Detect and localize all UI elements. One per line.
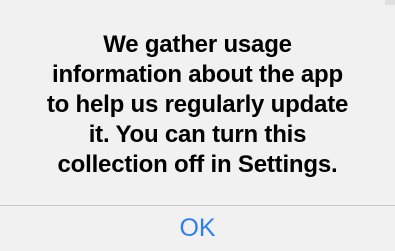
alert-message-line: collection off in Settings. xyxy=(57,151,338,178)
alert-message: We gather usage information about the ap… xyxy=(0,30,395,180)
ok-button[interactable]: OK xyxy=(0,206,395,251)
alert-message-line: it. You can turn this xyxy=(88,121,307,148)
window-edge xyxy=(385,0,395,5)
alert-message-line: We gather usage xyxy=(103,31,292,58)
alert-message-line: information about the app xyxy=(52,61,343,88)
alert-dialog: We gather usage information about the ap… xyxy=(0,0,395,251)
alert-message-line: to help us regularly update xyxy=(46,91,349,118)
